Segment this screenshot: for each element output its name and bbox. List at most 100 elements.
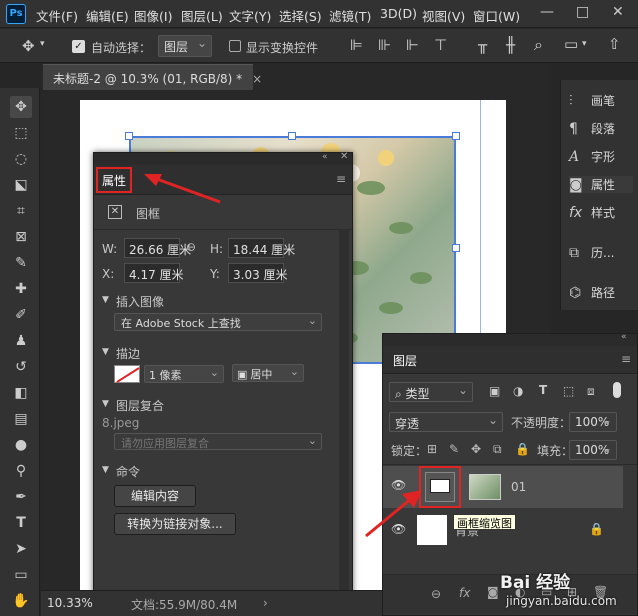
scrollbar[interactable]: [339, 229, 349, 607]
lock-position-icon[interactable]: ✥: [471, 442, 481, 456]
pen-tool-icon[interactable]: ✒: [10, 486, 32, 508]
chevron-right-icon[interactable]: ›: [263, 596, 268, 610]
align-center-icon[interactable]: ⊪: [378, 36, 391, 54]
type-tool-icon[interactable]: T: [10, 512, 32, 534]
collapse-icon[interactable]: «: [322, 152, 328, 162]
insert-image-dropdown[interactable]: 在 Adobe Stock 上查找 ⌄: [114, 313, 322, 331]
gradient-tool-icon[interactable]: ▤: [10, 408, 32, 430]
blur-tool-icon[interactable]: ●: [10, 434, 32, 456]
chevron-down-icon[interactable]: ▼: [102, 347, 109, 357]
menu-select[interactable]: 选择(S): [279, 6, 322, 25]
zoom-level[interactable]: 10.33%: [47, 596, 93, 610]
shape-tool-icon[interactable]: ▭: [10, 564, 32, 586]
convert-linked-button[interactable]: 转换为链接对象...: [114, 513, 236, 535]
hand-tool-icon[interactable]: ✋: [10, 590, 32, 612]
transform-handle[interactable]: [452, 132, 460, 140]
close-panel-icon[interactable]: ✕: [340, 151, 348, 162]
panel-brushes[interactable]: ⫶ 画笔: [569, 92, 615, 109]
panel-menu-icon[interactable]: ≡: [336, 172, 346, 186]
fill-field[interactable]: 100% ⌄: [569, 440, 617, 460]
filter-smart-object-icon[interactable]: ⧈: [587, 384, 595, 399]
filter-type-icon[interactable]: T: [539, 383, 547, 397]
align-right-icon[interactable]: ⊩: [406, 36, 419, 54]
restore-button[interactable]: □: [576, 4, 589, 20]
dodge-tool-icon[interactable]: ⚲: [10, 460, 32, 482]
link-layers-icon[interactable]: ⊖: [431, 587, 441, 601]
panel-paragraph[interactable]: ¶ 段落: [569, 120, 615, 137]
stroke-color-swatch[interactable]: [114, 365, 140, 383]
move-tool-icon[interactable]: ✥: [10, 96, 32, 118]
share-icon[interactable]: ⇧: [608, 35, 621, 53]
panel-history[interactable]: ⧉ 历...: [569, 244, 614, 261]
brush-tool-icon[interactable]: ✐: [10, 304, 32, 326]
transform-handle[interactable]: [288, 132, 296, 140]
collapse-icon[interactable]: «: [621, 332, 627, 342]
width-field[interactable]: 26.66 厘米: [124, 238, 191, 258]
chevron-down-icon[interactable]: ▼: [102, 295, 109, 305]
minimize-button[interactable]: —: [540, 4, 554, 20]
filter-shape-icon[interactable]: ⬚: [563, 384, 574, 398]
transform-handle[interactable]: [452, 244, 460, 252]
menu-edit[interactable]: 编辑(E): [86, 6, 129, 25]
distribute-middle-icon[interactable]: ╫: [506, 36, 515, 54]
chevron-down-icon[interactable]: ▼: [102, 465, 109, 475]
eraser-tool-icon[interactable]: ◧: [10, 382, 32, 404]
lock-pixels-icon[interactable]: ✎: [449, 442, 459, 456]
menu-view[interactable]: 视图(V): [422, 6, 465, 25]
auto-select-dropdown[interactable]: 图层 ⌄: [158, 35, 212, 57]
panel-styles[interactable]: fx 样式: [569, 204, 615, 221]
panel-glyphs[interactable]: A 字形: [569, 148, 615, 165]
document-tab[interactable]: 未标题-2 @ 10.3% (01, RGB/8) * ×: [43, 64, 262, 90]
image-thumbnail[interactable]: [469, 474, 501, 500]
layer-name-01[interactable]: 01: [511, 480, 526, 494]
filter-toggle[interactable]: [613, 382, 621, 398]
distribute-top-icon[interactable]: ╥: [478, 36, 487, 54]
menu-image[interactable]: 图像(I): [134, 6, 172, 25]
menu-3d[interactable]: 3D(D): [380, 6, 417, 21]
transform-handle[interactable]: [125, 132, 133, 140]
auto-select-checkbox[interactable]: ✓: [72, 40, 85, 53]
tab-layers[interactable]: 图层: [393, 352, 417, 369]
history-brush-icon[interactable]: ↺: [10, 356, 32, 378]
object-select-tool-icon[interactable]: ⬕: [10, 174, 32, 196]
align-top-icon[interactable]: ⊤: [434, 36, 447, 54]
opacity-field[interactable]: 100% ⌄: [569, 412, 617, 432]
panel-paths[interactable]: ⌬ 路径: [569, 284, 615, 301]
clone-stamp-icon[interactable]: ♟: [10, 330, 32, 352]
frame-tool-icon[interactable]: ⊠: [10, 226, 32, 248]
marquee-tool-icon[interactable]: ⬚: [10, 122, 32, 144]
move-tool-icon[interactable]: ✥: [22, 37, 35, 55]
lasso-tool-icon[interactable]: ◌: [10, 148, 32, 170]
fx-icon[interactable]: fx: [459, 586, 470, 600]
menu-layer[interactable]: 图层(L): [181, 6, 223, 25]
lock-transparent-icon[interactable]: ⊞: [427, 442, 437, 456]
lock-artboard-icon[interactable]: ⧉: [493, 442, 502, 457]
panel-properties[interactable]: ◙ 属性: [569, 176, 633, 193]
stroke-width-dropdown[interactable]: 1 像素 ⌄: [144, 365, 224, 383]
filter-adjustment-icon[interactable]: ◑: [513, 384, 523, 398]
menu-type[interactable]: 文字(Y): [229, 6, 271, 25]
workspace-icon[interactable]: ▭: [564, 35, 578, 53]
search-icon[interactable]: ⌕: [534, 35, 543, 55]
chevron-down-icon[interactable]: ▾: [582, 39, 587, 49]
chevron-down-icon[interactable]: ▾: [40, 39, 45, 49]
layer-comp-dropdown[interactable]: 请勿应用图层复合 ⌄: [114, 433, 322, 450]
close-tab-icon[interactable]: ×: [252, 72, 262, 86]
layer-filter-dropdown[interactable]: ⌕ 类型 ⌄: [389, 382, 473, 402]
menu-filter[interactable]: 滤镜(T): [329, 6, 371, 25]
add-mask-icon[interactable]: ◙: [487, 585, 499, 599]
height-field[interactable]: 18.44 厘米: [228, 238, 295, 258]
close-window-button[interactable]: ✕: [612, 4, 624, 20]
panel-menu-icon[interactable]: ≡: [621, 352, 631, 366]
eyedropper-tool-icon[interactable]: ✎: [10, 252, 32, 274]
align-left-icon[interactable]: ⊫: [350, 36, 363, 54]
y-field[interactable]: 3.03 厘米: [228, 263, 288, 283]
stroke-align-dropdown[interactable]: ▣ 居中 ⌄: [232, 364, 304, 382]
x-field[interactable]: 4.17 厘米: [124, 263, 184, 283]
crop-tool-icon[interactable]: ⌗: [10, 200, 32, 222]
link-icon[interactable]: ⊖: [186, 240, 196, 254]
path-select-icon[interactable]: ➤: [10, 538, 32, 560]
edit-contents-button[interactable]: 编辑内容: [114, 485, 196, 507]
menu-file[interactable]: 文件(F): [36, 6, 78, 25]
chevron-down-icon[interactable]: ▼: [102, 399, 109, 409]
